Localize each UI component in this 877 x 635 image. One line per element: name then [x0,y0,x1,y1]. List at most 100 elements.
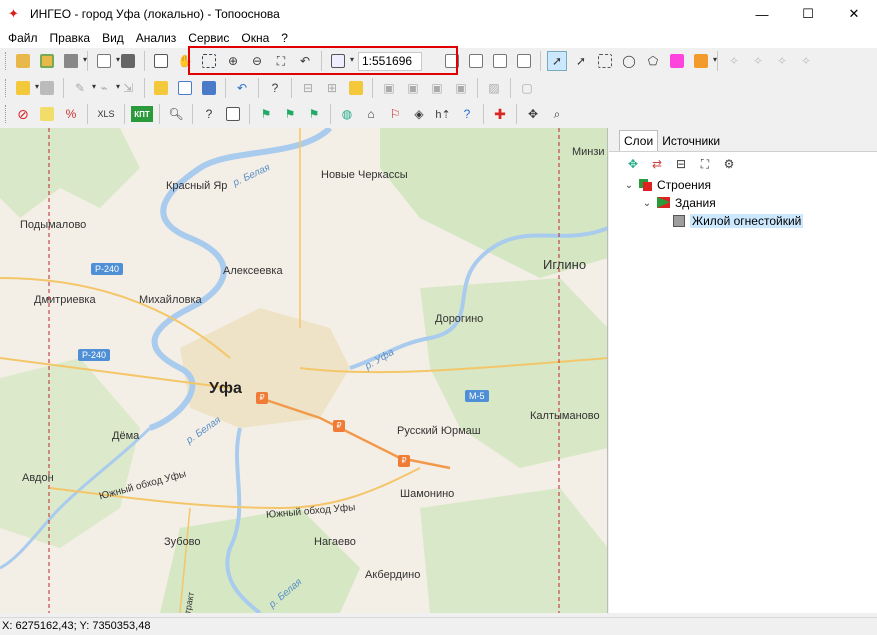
tree-node-fireproof-residential[interactable]: Жилой огнестойкий [623,212,877,230]
zoom-extent-icon[interactable]: ⛶ [271,51,291,71]
tab-sources[interactable]: Источники [658,131,724,151]
close-button[interactable]: ✕ [831,0,877,28]
menu-help[interactable]: ? [275,28,294,48]
zoom-window-icon[interactable] [199,51,219,71]
tree-node-buildings-group[interactable]: ⌄ Строения [623,176,877,194]
open-map-icon[interactable] [37,51,57,71]
swap-layers-icon[interactable]: ⇄ [647,154,667,174]
edit-node-icon[interactable] [37,78,57,98]
select-circle-icon[interactable]: ◯ [619,51,639,71]
report-icon[interactable] [199,78,219,98]
menu-windows[interactable]: Окна [235,28,275,48]
toolbar-grip[interactable] [5,105,8,123]
toll-marker: ₽ [333,420,345,432]
place-label: Красный Яр [166,180,228,192]
printer-icon[interactable] [118,51,138,71]
place-label: Акбердино [365,569,421,581]
globe-icon[interactable]: ◍ [337,104,357,124]
notes-icon[interactable] [37,104,57,124]
chevron-down-icon[interactable]: ⌄ [623,180,635,191]
split-tool-icon: ⊟ [302,81,314,95]
open-project-icon[interactable] [13,51,33,71]
attach-semantics-icon[interactable] [151,78,171,98]
diamond-nav-icon[interactable]: ◈ [409,104,429,124]
chevron-down-icon[interactable]: ⌄ [641,198,653,209]
status-bar: X: 6275162,43; Y: 7350353,48 [0,617,877,635]
place-label: Дорогино [435,313,484,325]
kpt-import-button[interactable]: КПТ [131,106,153,122]
export-xls-button[interactable]: XLS [94,104,118,124]
zoom-out-icon[interactable]: ⊖ [247,51,267,71]
maximize-button[interactable]: ☐ [785,0,831,28]
menu-view[interactable]: Вид [96,28,130,48]
toolbar-edit: ✎ ⌁ ⇲ ↶ ? ⊟ ⊞ ▣ ▣ ▣ ▣ ▨ ▢ [0,75,877,101]
pan-hand-icon[interactable]: ✋ [175,51,195,71]
inspect-icon[interactable]: ⌕ [547,104,567,124]
drawing-tool-icon: ⌁ [94,78,120,98]
menu-file[interactable]: Файл [2,28,44,48]
zoom-previous-icon[interactable]: ↶ [295,51,315,71]
select-rect-icon[interactable] [595,51,615,71]
place-label: Авдон [22,472,54,484]
select-by-layer-icon[interactable] [667,51,687,71]
layers-stack-icon[interactable] [61,51,87,71]
layer-settings-icon[interactable]: ✥ [623,154,643,174]
selection-mode-icon[interactable] [691,51,717,71]
search-icon[interactable]: 🔍︎ [166,104,186,124]
place-label: Алексеевка [223,265,283,277]
add-plugin-icon[interactable]: ✚ [490,104,510,124]
home-icon[interactable]: ⌂ [361,104,381,124]
height-tool-icon[interactable]: h⇡ [433,104,453,124]
network-link-icon[interactable]: ⚑ [256,104,276,124]
menu-service[interactable]: Сервис [182,28,235,48]
disabled-tool-4-icon: ✧ [800,54,812,68]
print-preview-icon[interactable] [94,51,120,71]
menu-analysis[interactable]: Анализ [130,28,183,48]
zoom-extent-icon[interactable]: ⛶ [695,154,715,174]
copy-object-icon[interactable] [442,51,462,71]
new-object-icon[interactable] [13,78,39,98]
no-entry-icon[interactable]: ⊘ [13,104,33,124]
object-properties-icon[interactable] [514,51,534,71]
place-label: Калтыманово [530,410,600,422]
toolbar-main: ✋ ⊕ ⊖ ⛶ ↶ 1:551696 ➚ ➚ ◯ ⬠ ✧ ✧ ✧ ✧ [0,48,877,74]
map-frame-icon[interactable] [151,51,171,71]
toolbar-grip[interactable] [5,52,8,70]
scale-presets-icon[interactable] [328,51,354,71]
collapse-icon[interactable]: ⊟ [671,154,691,174]
undo-icon[interactable]: ↶ [232,78,252,98]
menu-edit[interactable]: Правка [44,28,97,48]
tab-layers[interactable]: Слои [619,130,659,151]
place-label: Новые Черкассы [321,169,408,181]
split-object-icon[interactable] [490,51,510,71]
select-arrow-icon[interactable]: ➚ [547,51,567,71]
table-icon[interactable] [175,78,195,98]
toolbar-grip[interactable] [5,79,8,97]
help-balloon-icon[interactable] [223,104,243,124]
info-query-icon[interactable]: ? [265,78,285,98]
tree-node-label: Жилой огнестойкий [690,214,804,228]
statistics-icon[interactable]: % [61,104,81,124]
city-area [180,308,350,428]
network-down-icon[interactable]: ⚑ [304,104,324,124]
road-number-badge: М-5 [465,390,489,402]
select-polygon-icon[interactable]: ⬠ [643,51,663,71]
forest-area [0,358,140,548]
network-up-icon[interactable]: ⚑ [280,104,300,124]
disabled-tool-3-icon: ✧ [776,54,788,68]
place-label: Михайловка [139,294,202,306]
map-view[interactable]: Минзи Красный Яр Новые Черкассы Подымало… [0,128,608,613]
tree-node-buildings[interactable]: ⌄ Здания [623,194,877,212]
flag-route-icon[interactable]: ⚐ [385,104,405,124]
gps-icon[interactable]: ✥ [523,104,543,124]
help-icon[interactable]: ? [457,104,477,124]
query-builder-icon[interactable]: ? [199,104,219,124]
select-query-icon[interactable]: ➚ [571,51,591,71]
layers-tree: ⌄ Строения ⌄ Здания Жилой огнестойкий [609,176,877,230]
scale-input[interactable]: 1:551696 [358,51,422,71]
zoom-in-icon[interactable]: ⊕ [223,51,243,71]
gear-icon[interactable]: ⚙ [719,154,739,174]
minimize-button[interactable]: — [739,0,785,28]
cut-tool-icon[interactable] [346,78,366,98]
paste-object-icon[interactable] [466,51,486,71]
